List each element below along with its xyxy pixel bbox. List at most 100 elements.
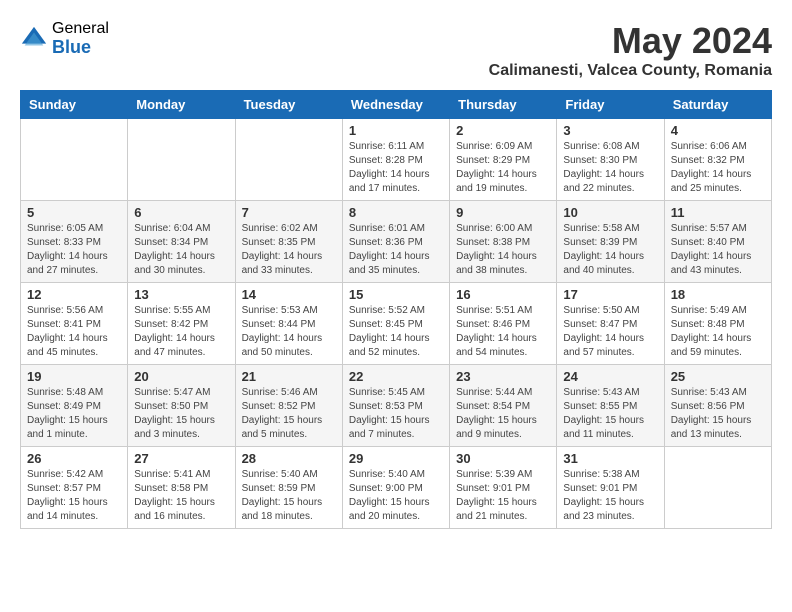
calendar-week-row: 5Sunrise: 6:05 AM Sunset: 8:33 PM Daylig…	[21, 201, 772, 283]
day-number: 19	[27, 369, 121, 384]
calendar-cell	[664, 447, 771, 529]
calendar-cell: 20Sunrise: 5:47 AM Sunset: 8:50 PM Dayli…	[128, 365, 235, 447]
day-info: Sunrise: 5:38 AM Sunset: 9:01 PM Dayligh…	[563, 468, 657, 524]
calendar-cell: 19 Sunrise: 5:48 AM Sunset: 8:49 PM Dayli…	[21, 365, 128, 447]
calendar-week-row: 1 Sunrise: 6:11 AM Sunset: 8:28 PM Daylig…	[21, 119, 772, 201]
weekday-header: Sunday	[21, 91, 128, 119]
weekday-header: Tuesday	[235, 91, 342, 119]
calendar-cell: 11 Sunrise: 5:57 AM Sunset: 8:40 PM Dayli…	[664, 201, 771, 283]
day-info: Sunrise: 5:57 AM Sunset: 8:40 PM Dayligh…	[671, 222, 765, 278]
logo-blue: Blue	[52, 38, 109, 58]
calendar-cell: 30Sunrise: 5:39 AM Sunset: 9:01 PM Dayli…	[450, 447, 557, 529]
day-number: 2	[456, 123, 550, 138]
location-title: Calimanesti, Valcea County, Romania	[489, 62, 772, 80]
day-info: Sunrise: 5:45 AM Sunset: 8:53 PM Dayligh…	[349, 386, 443, 442]
day-number: 23	[456, 369, 550, 384]
calendar-week-row: 12 Sunrise: 5:56 AM Sunset: 8:41 PM Dayli…	[21, 283, 772, 365]
day-info: Sunrise: 5:56 AM Sunset: 8:41 PM Dayligh…	[27, 304, 121, 360]
calendar-cell: 28 Sunrise: 5:40 AM Sunset: 8:59 PM Dayli…	[235, 447, 342, 529]
day-info: Sunrise: 5:53 AM Sunset: 8:44 PM Dayligh…	[242, 304, 336, 360]
calendar-header: SundayMondayTuesdayWednesdayThursdayFrid…	[21, 91, 772, 119]
calendar-cell	[235, 119, 342, 201]
calendar-cell: 6 Sunrise: 6:04 AM Sunset: 8:34 PM Daylig…	[128, 201, 235, 283]
calendar-cell: 16Sunrise: 5:51 AM Sunset: 8:46 PM Dayli…	[450, 283, 557, 365]
day-info: Sunrise: 5:51 AM Sunset: 8:46 PM Dayligh…	[456, 304, 550, 360]
day-info: Sunrise: 5:44 AM Sunset: 8:54 PM Dayligh…	[456, 386, 550, 442]
day-number: 11	[671, 205, 765, 220]
calendar-cell: 12 Sunrise: 5:56 AM Sunset: 8:41 PM Dayli…	[21, 283, 128, 365]
calendar-cell: 18 Sunrise: 5:49 AM Sunset: 8:48 PM Dayli…	[664, 283, 771, 365]
day-number: 31	[563, 451, 657, 466]
day-info: Sunrise: 5:52 AM Sunset: 8:45 PM Dayligh…	[349, 304, 443, 360]
calendar-cell: 13Sunrise: 5:55 AM Sunset: 8:42 PM Dayli…	[128, 283, 235, 365]
day-number: 3	[563, 123, 657, 138]
calendar-cell: 15 Sunrise: 5:52 AM Sunset: 8:45 PM Dayli…	[342, 283, 449, 365]
calendar-cell: 25 Sunrise: 5:43 AM Sunset: 8:56 PM Dayli…	[664, 365, 771, 447]
calendar-cell: 31 Sunrise: 5:38 AM Sunset: 9:01 PM Dayli…	[557, 447, 664, 529]
calendar-cell: 10 Sunrise: 5:58 AM Sunset: 8:39 PM Dayli…	[557, 201, 664, 283]
day-number: 24	[563, 369, 657, 384]
page-header: General Blue May 2024 Calimanesti, Valce…	[20, 20, 772, 80]
calendar-cell: 14Sunrise: 5:53 AM Sunset: 8:44 PM Dayli…	[235, 283, 342, 365]
logo-general: General	[52, 20, 109, 38]
calendar-cell: 1 Sunrise: 6:11 AM Sunset: 8:28 PM Daylig…	[342, 119, 449, 201]
day-info: Sunrise: 6:11 AM Sunset: 8:28 PM Dayligh…	[349, 140, 443, 196]
day-number: 20	[134, 369, 228, 384]
day-number: 6	[134, 205, 228, 220]
calendar-table: SundayMondayTuesdayWednesdayThursdayFrid…	[20, 90, 772, 529]
day-info: Sunrise: 5:43 AM Sunset: 8:55 PM Dayligh…	[563, 386, 657, 442]
calendar-cell: 4 Sunrise: 6:06 AM Sunset: 8:32 PM Daylig…	[664, 119, 771, 201]
day-info: Sunrise: 6:04 AM Sunset: 8:34 PM Dayligh…	[134, 222, 228, 278]
day-info: Sunrise: 5:48 AM Sunset: 8:49 PM Dayligh…	[27, 386, 121, 442]
day-number: 22	[349, 369, 443, 384]
calendar-cell: 9Sunrise: 6:00 AM Sunset: 8:38 PM Daylig…	[450, 201, 557, 283]
day-info: Sunrise: 5:50 AM Sunset: 8:47 PM Dayligh…	[563, 304, 657, 360]
day-info: Sunrise: 6:02 AM Sunset: 8:35 PM Dayligh…	[242, 222, 336, 278]
day-info: Sunrise: 6:00 AM Sunset: 8:38 PM Dayligh…	[456, 222, 550, 278]
day-info: Sunrise: 5:42 AM Sunset: 8:57 PM Dayligh…	[27, 468, 121, 524]
calendar-cell: 17 Sunrise: 5:50 AM Sunset: 8:47 PM Dayli…	[557, 283, 664, 365]
day-info: Sunrise: 5:43 AM Sunset: 8:56 PM Dayligh…	[671, 386, 765, 442]
day-number: 29	[349, 451, 443, 466]
day-info: Sunrise: 6:06 AM Sunset: 8:32 PM Dayligh…	[671, 140, 765, 196]
day-info: Sunrise: 5:40 AM Sunset: 9:00 PM Dayligh…	[349, 468, 443, 524]
calendar-cell	[128, 119, 235, 201]
day-info: Sunrise: 5:58 AM Sunset: 8:39 PM Dayligh…	[563, 222, 657, 278]
month-title: May 2024	[489, 20, 772, 62]
calendar-week-row: 19 Sunrise: 5:48 AM Sunset: 8:49 PM Dayli…	[21, 365, 772, 447]
day-number: 27	[134, 451, 228, 466]
weekday-row: SundayMondayTuesdayWednesdayThursdayFrid…	[21, 91, 772, 119]
day-number: 15	[349, 287, 443, 302]
day-info: Sunrise: 5:55 AM Sunset: 8:42 PM Dayligh…	[134, 304, 228, 360]
day-number: 17	[563, 287, 657, 302]
weekday-header: Monday	[128, 91, 235, 119]
day-info: Sunrise: 6:05 AM Sunset: 8:33 PM Dayligh…	[27, 222, 121, 278]
weekday-header: Thursday	[450, 91, 557, 119]
calendar-cell: 24 Sunrise: 5:43 AM Sunset: 8:55 PM Dayli…	[557, 365, 664, 447]
calendar-week-row: 26 Sunrise: 5:42 AM Sunset: 8:57 PM Dayli…	[21, 447, 772, 529]
calendar-cell: 2Sunrise: 6:09 AM Sunset: 8:29 PM Daylig…	[450, 119, 557, 201]
day-info: Sunrise: 5:39 AM Sunset: 9:01 PM Dayligh…	[456, 468, 550, 524]
weekday-header: Wednesday	[342, 91, 449, 119]
calendar-cell: 29 Sunrise: 5:40 AM Sunset: 9:00 PM Dayli…	[342, 447, 449, 529]
day-number: 25	[671, 369, 765, 384]
day-info: Sunrise: 5:49 AM Sunset: 8:48 PM Dayligh…	[671, 304, 765, 360]
day-number: 1	[349, 123, 443, 138]
day-number: 8	[349, 205, 443, 220]
title-area: May 2024 Calimanesti, Valcea County, Rom…	[489, 20, 772, 80]
day-number: 10	[563, 205, 657, 220]
calendar-cell: 27Sunrise: 5:41 AM Sunset: 8:58 PM Dayli…	[128, 447, 235, 529]
calendar-cell: 7Sunrise: 6:02 AM Sunset: 8:35 PM Daylig…	[235, 201, 342, 283]
day-number: 28	[242, 451, 336, 466]
day-number: 26	[27, 451, 121, 466]
calendar-cell: 22 Sunrise: 5:45 AM Sunset: 8:53 PM Dayli…	[342, 365, 449, 447]
calendar-cell: 21Sunrise: 5:46 AM Sunset: 8:52 PM Dayli…	[235, 365, 342, 447]
logo-text: General Blue	[52, 20, 109, 57]
weekday-header: Saturday	[664, 91, 771, 119]
calendar-cell	[21, 119, 128, 201]
day-number: 4	[671, 123, 765, 138]
day-number: 18	[671, 287, 765, 302]
day-info: Sunrise: 5:46 AM Sunset: 8:52 PM Dayligh…	[242, 386, 336, 442]
day-number: 12	[27, 287, 121, 302]
day-info: Sunrise: 5:40 AM Sunset: 8:59 PM Dayligh…	[242, 468, 336, 524]
